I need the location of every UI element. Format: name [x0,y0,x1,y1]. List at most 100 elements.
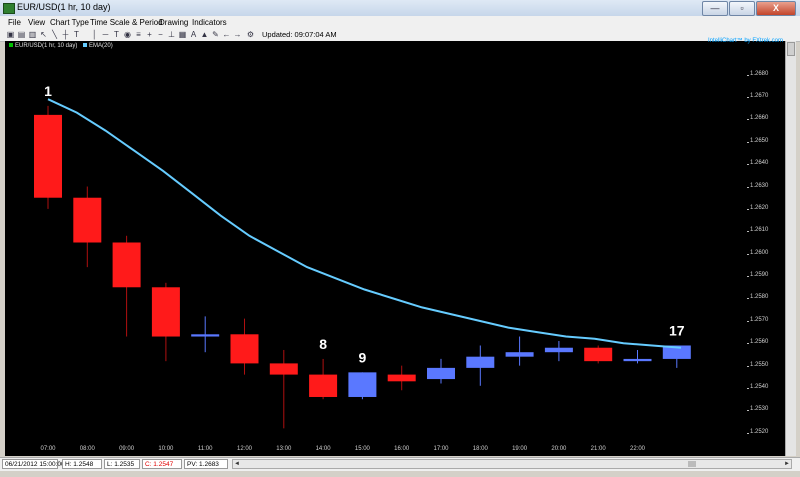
ema-line [47,98,682,349]
y-tick-label: 1.2680 [750,70,769,77]
x-tick-label: 14:00 [315,446,331,452]
y-tick-label: 1.2590 [750,272,769,279]
menu-drawing[interactable]: Drawing [159,18,188,27]
refresh-icon[interactable]: ⊥ [167,30,176,39]
candle-body [191,334,220,337]
y-tick-label: 1.2540 [750,384,769,391]
candle-body [544,347,573,353]
legend-item-price: EUR/USD(1 hr, 10 day) [9,43,77,49]
status-close: C: 1.2547 [142,459,182,469]
candle-annotation: 1 [44,83,52,99]
minimize-button[interactable]: — [702,1,728,16]
y-tick-mark [747,432,749,434]
candle-body [348,372,377,397]
y-tick-label: 1.2530 [750,406,769,413]
menu-time-scale[interactable]: Time Scale & Period [90,18,163,27]
y-tick-mark [747,231,749,233]
candle-body [505,352,534,357]
y-tick-mark [747,74,749,76]
rectangle-icon[interactable]: T [112,30,121,39]
settings-icon[interactable]: ⚙ [246,30,255,39]
text-icon[interactable]: T [72,30,81,39]
vertical-line-icon[interactable]: │ [90,30,99,39]
menu-file[interactable]: File [8,18,21,27]
candle-annotation: 8 [319,336,327,352]
line-icon[interactable]: ╲ [50,30,59,39]
x-tick-label: 20:00 [551,446,567,452]
scroll-left-arrow-icon[interactable]: ◄ [233,460,241,468]
candle-body [387,374,416,382]
zoom-in-icon[interactable]: + [145,30,154,39]
legend-swatch-icon [83,43,88,48]
x-tick-label: 15:00 [354,446,370,452]
y-tick-mark [747,410,749,412]
updated-time: Updated: 09:07:04 AM [262,30,337,39]
save-icon[interactable]: ▤ [17,30,26,39]
x-tick-label: 19:00 [512,446,528,452]
chart-legend: EUR/USD(1 hr, 10 day) EMA(20) [9,43,113,49]
y-tick-label: 1.2550 [750,361,769,368]
x-tick-label: 21:00 [590,446,606,452]
menu-chart-type[interactable]: Chart Type [50,18,89,27]
circle-icon[interactable]: ◉ [123,30,132,39]
y-tick-mark [747,365,749,367]
menu-view[interactable]: View [28,18,45,27]
candle-body [112,242,141,288]
scroll-right-icon[interactable]: → [233,30,242,39]
status-date: 06/21/2012 15:00:00 [2,459,65,469]
y-tick-mark [747,343,749,345]
candlestick-chart[interactable]: 1 8 9 17 [5,41,747,444]
candle-annotation: 9 [359,349,367,365]
vertical-scrollbar[interactable] [785,41,796,456]
candle-body [151,287,180,337]
scroll-left-icon[interactable]: ← [222,30,231,39]
open-icon[interactable]: ▥ [28,30,37,39]
maximize-button[interactable]: ▫ [729,1,755,16]
x-tick-label: 10:00 [158,446,174,452]
save-chart-icon[interactable]: ▦ [178,30,187,39]
y-tick-label: 1.2620 [750,204,769,211]
crosshair-icon[interactable]: ┼ [61,30,70,39]
close-button[interactable]: X [756,1,796,16]
app-icon [3,3,15,14]
brand-label[interactable]: IntelliChart™ by FXtrek.com [708,38,783,44]
y-tick-label: 1.2630 [750,182,769,189]
zoom-out-icon[interactable]: − [156,30,165,39]
y-tick-label: 1.2640 [750,160,769,167]
y-tick-mark [747,320,749,322]
axis-corner [747,444,785,456]
status-bar: 06/21/2012 15:00:00 H: 1.2548 L: 1.2535 … [0,457,800,471]
y-tick-label: 1.2520 [750,428,769,435]
horizontal-line-icon[interactable]: ─ [101,30,110,39]
y-tick-mark [747,164,749,166]
scroll-right-arrow-icon[interactable]: ► [783,460,791,468]
print-icon[interactable]: ▣ [6,30,15,39]
status-low: L: 1.2535 [104,459,140,469]
horizontal-scrollbar[interactable]: ◄ ► [232,459,792,469]
text-tool-icon[interactable]: A [189,30,198,39]
x-tick-label: 09:00 [119,446,135,452]
candle-body [230,334,259,364]
y-tick-mark [747,96,749,98]
x-tick-label: 22:00 [629,446,646,452]
horizontal-scroll-thumb[interactable] [688,461,696,467]
menu-indicators[interactable]: Indicators [192,18,227,27]
price-axis: 1.2680 1.2670 1.2660 1.2650 1.2640 1.2630 1.26… [747,41,785,444]
x-tick-label: 07:00 [40,446,56,452]
legend-swatch-icon [9,43,13,48]
y-tick-label: 1.2560 [750,339,769,346]
fibonacci-icon[interactable]: ≡ [134,30,143,39]
x-tick-label: 17:00 [433,446,449,452]
status-high: H: 1.2548 [62,459,102,469]
status-pv: PV: 1.2683 [184,459,228,469]
candle-body [623,358,652,362]
scroll-thumb[interactable] [787,42,795,56]
time-axis: 07:00 08:00 09:00 10:00 11:00 12:00 13:00 14:00… [5,444,747,456]
window-title: EUR/USD(1 hr, 10 day) [17,2,111,12]
pointer-icon[interactable]: ↖ [39,30,48,39]
x-tick-label: 12:00 [236,446,253,452]
tools-icon[interactable]: ✎ [211,30,220,39]
draw-icon[interactable]: ▲ [200,30,209,39]
y-tick-label: 1.2610 [750,227,769,234]
menu-bar: File View Chart Type Time Scale & Period… [0,16,800,29]
